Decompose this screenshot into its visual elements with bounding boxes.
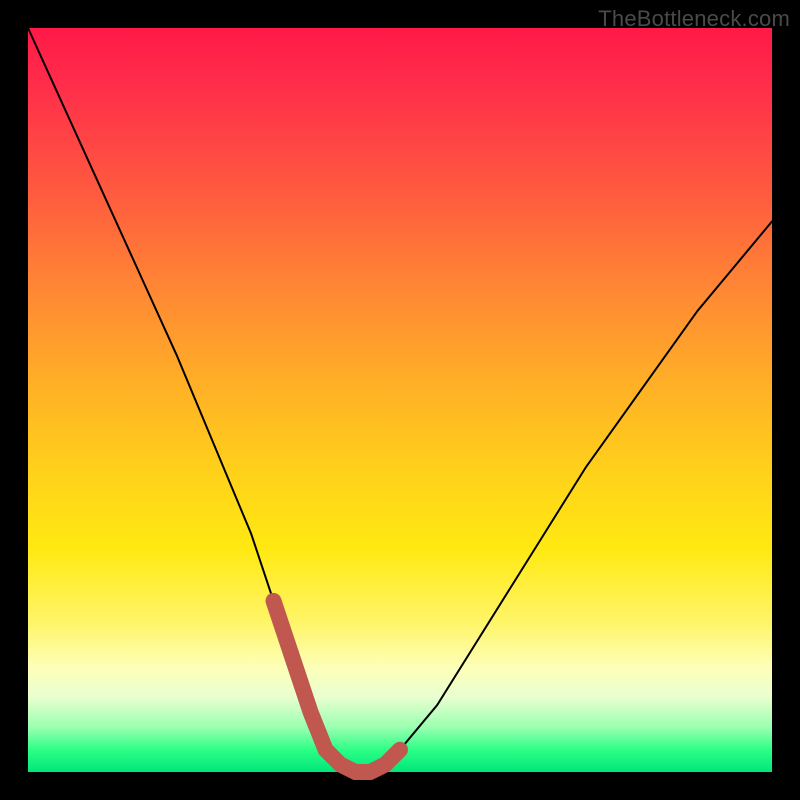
curve-thin <box>28 28 772 772</box>
chart-frame: TheBottleneck.com <box>0 0 800 800</box>
bottleneck-curve <box>28 28 772 772</box>
watermark-text: TheBottleneck.com <box>598 6 790 32</box>
chart-plot-area <box>28 28 772 772</box>
curve-highlight <box>274 601 401 772</box>
